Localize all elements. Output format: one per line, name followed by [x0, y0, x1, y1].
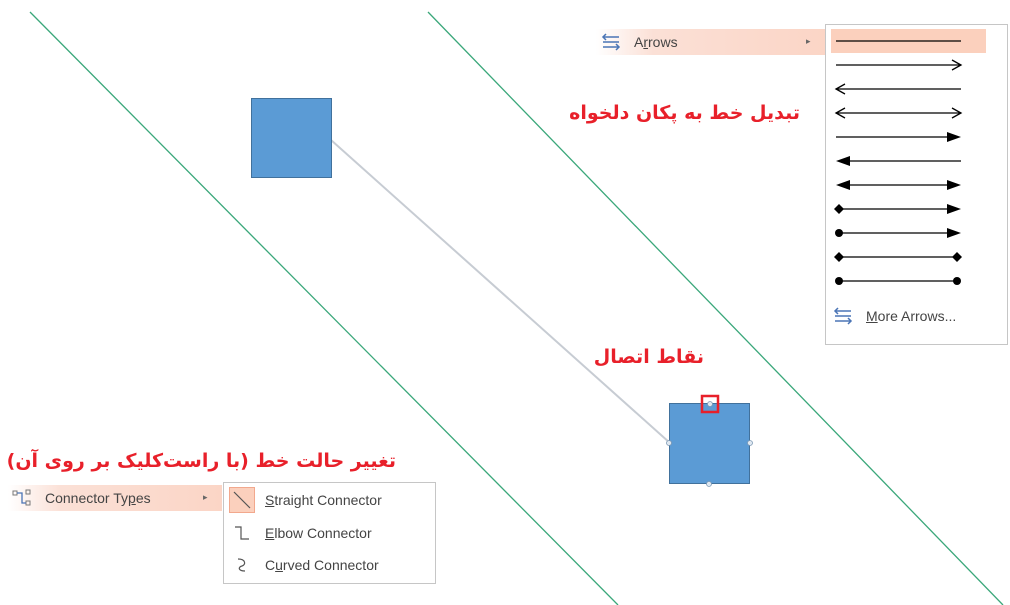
- curved-connector-icon: [229, 552, 255, 578]
- arrows-menu-label: Arrows: [634, 34, 678, 50]
- connection-point-right[interactable]: [747, 440, 753, 446]
- curved-connector-option[interactable]: Curved Connector: [228, 550, 433, 580]
- connector-types-submenu: Straight Connector Elbow Connector Curve…: [223, 482, 436, 584]
- arrow-style-plain-line[interactable]: [831, 29, 986, 53]
- arrow-styles-gallery: More Arrows...: [825, 24, 1008, 345]
- connection-point-bottom[interactable]: [706, 481, 712, 487]
- annotation-line-mode-change: تغییر حالت خط (با راست‌کلیک بر روی آن): [6, 450, 396, 472]
- elbow-connector-option[interactable]: Elbow Connector: [228, 518, 433, 548]
- connector-types-icon: [11, 488, 33, 508]
- straight-connector-option[interactable]: Straight Connector: [228, 485, 433, 515]
- arrows-icon: [832, 306, 854, 326]
- connector-types-label: Connector Types: [45, 490, 151, 506]
- more-arrows-button[interactable]: More Arrows...: [829, 304, 999, 328]
- curved-connector-label: Curved Connector: [265, 557, 379, 573]
- arrow-style-oval-to-arrow[interactable]: [831, 221, 983, 245]
- annotation-arrow-change: تبدیل خط به پکان دلخواه: [569, 102, 800, 124]
- arrow-style-diamond-both[interactable]: [831, 245, 983, 269]
- arrow-style-open-arrow-right[interactable]: [831, 53, 983, 77]
- annotation-connection-points: نقاط اتصال: [593, 346, 704, 368]
- arrow-style-solid-arrow-right[interactable]: [831, 125, 983, 149]
- arrow-style-oval-both[interactable]: [831, 269, 983, 293]
- arrows-submenu-chevron-icon: ▸: [806, 36, 811, 46]
- arrow-style-open-arrows-both[interactable]: [831, 101, 983, 125]
- arrow-style-diamond-to-arrow[interactable]: [831, 197, 983, 221]
- arrows-icon: [600, 32, 622, 52]
- elbow-connector-icon: [229, 520, 255, 546]
- straight-connector-icon: [229, 487, 255, 513]
- connection-point-top[interactable]: [707, 401, 713, 407]
- arrow-style-solid-arrow-left[interactable]: [831, 149, 983, 173]
- arrow-style-open-arrow-left[interactable]: [831, 77, 983, 101]
- arrow-style-solid-arrows-both[interactable]: [831, 173, 983, 197]
- elbow-connector-label: Elbow Connector: [265, 525, 372, 541]
- connection-point-left[interactable]: [666, 440, 672, 446]
- connector-submenu-chevron-icon: ▸: [203, 492, 208, 502]
- more-arrows-label: More Arrows...: [866, 308, 957, 324]
- arrows-menu-item[interactable]: Arrows ▸: [596, 29, 826, 55]
- straight-connector-label: Straight Connector: [265, 492, 382, 508]
- connector-types-menu-item[interactable]: Connector Types ▸: [8, 485, 222, 511]
